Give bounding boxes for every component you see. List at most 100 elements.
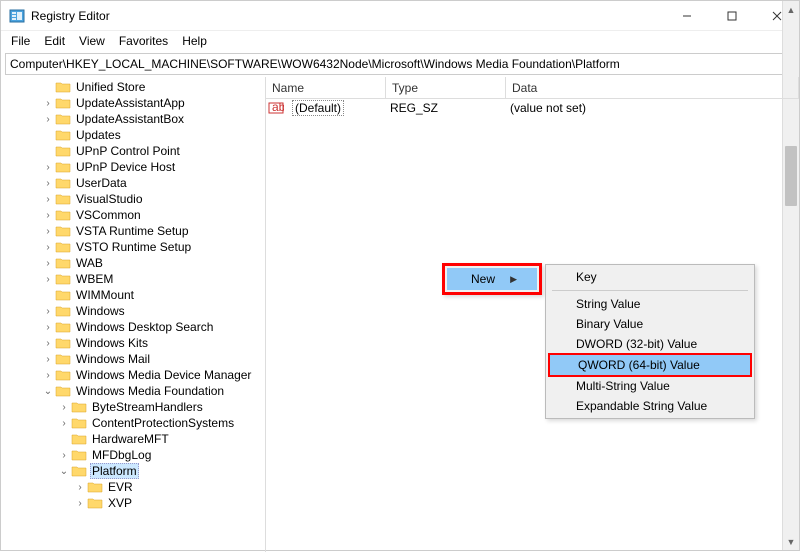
tree-item[interactable]: › UpdateAssistantBox [41,111,265,127]
expander-icon[interactable]: › [73,482,87,493]
minimize-button[interactable] [664,1,709,31]
tree-label: Windows Media Device Manager [74,368,253,382]
menu-item-label: New [471,272,495,286]
submenu-item[interactable]: Multi-String Value [548,376,752,396]
tree-label: EVR [106,480,135,494]
expander-icon[interactable]: › [41,306,55,317]
tree-item[interactable]: Unified Store [41,79,265,95]
tree-label: VSTA Runtime Setup [74,224,191,238]
col-header-name[interactable]: Name [266,77,386,98]
address-text: Computer\HKEY_LOCAL_MACHINE\SOFTWARE\WOW… [10,57,620,71]
tree-label: Windows Mail [74,352,152,366]
tree-item[interactable]: ⌄Platform [57,463,265,479]
expander-icon[interactable]: › [41,98,55,109]
expander-icon[interactable]: ⌄ [57,466,71,477]
tree-item[interactable]: › UPnP Device Host [41,159,265,175]
expander-icon[interactable]: › [73,498,87,509]
tree-item[interactable]: ›MFDbgLog [57,447,265,463]
expander-icon[interactable]: › [41,162,55,173]
expander-icon[interactable]: › [41,242,55,253]
expander-icon[interactable]: › [41,210,55,221]
tree-label: VSCommon [74,208,143,222]
context-menu-new: New ▶ [442,263,542,295]
tree-item[interactable]: HardwareMFT [57,431,265,447]
expander-icon[interactable]: › [41,322,55,333]
menu-favorites[interactable]: Favorites [113,32,174,50]
tree-item[interactable]: › Windows Mail [41,351,265,367]
tree-label: Windows Desktop Search [74,320,215,334]
menu-file[interactable]: File [5,32,36,50]
tree-item[interactable]: WIMMount [41,287,265,303]
tree-label: XVP [106,496,134,510]
tree-item[interactable]: ›ByteStreamHandlers [57,399,265,415]
tree-item[interactable]: › VSTA Runtime Setup [41,223,265,239]
tree-pane[interactable]: Unified Store › UpdateAssistantApp › UpdateA… [1,77,266,552]
expander-icon[interactable]: › [57,402,71,413]
tree-item[interactable]: › UpdateAssistantApp [41,95,265,111]
expander-icon[interactable]: › [41,338,55,349]
value-row[interactable]: ab (Default) REG_SZ (value not set) [266,99,799,117]
tree-item[interactable]: ›Windows [41,303,265,319]
expander-icon[interactable]: › [41,354,55,365]
tree-label: Unified Store [74,80,147,94]
tree-item[interactable]: ›WAB [41,255,265,271]
menu-help[interactable]: Help [176,32,213,50]
tree-label: ContentProtectionSystems [90,416,236,430]
tree-label: Windows Media Foundation [74,384,226,398]
tree-label: WIMMount [74,288,136,302]
tree-label: UPnP Device Host [74,160,177,174]
expander-icon[interactable]: › [41,274,55,285]
menu-item-new[interactable]: New ▶ [447,268,537,290]
menu-view[interactable]: View [73,32,111,50]
tree-item[interactable]: › Windows Media Device Manager [41,367,265,383]
tree-label: VisualStudio [74,192,145,206]
expander-icon[interactable]: › [57,418,71,429]
expander-icon[interactable]: › [41,178,55,189]
tree-item[interactable]: › ContentProtectionSystems [57,415,265,431]
tree-label: HardwareMFT [90,432,171,446]
maximize-button[interactable] [709,1,754,31]
tree-label: VSTO Runtime Setup [74,240,193,254]
expander-icon[interactable]: › [41,258,55,269]
menu-edit[interactable]: Edit [38,32,71,50]
tree-item[interactable]: › VisualStudio [41,191,265,207]
tree-item[interactable]: UPnP Control Point [41,143,265,159]
list-header: Name Type Data [266,77,799,99]
tree-item[interactable]: › Windows Desktop Search [41,319,265,335]
expander-icon[interactable]: › [41,370,55,381]
submenu-item[interactable]: Key [548,267,752,287]
submenu-item[interactable]: QWORD (64-bit) Value [548,353,752,377]
content: Unified Store › UpdateAssistantApp › UpdateA… [1,77,799,552]
expander-icon[interactable]: › [41,226,55,237]
tree-item[interactable]: › VSCommon [41,207,265,223]
address-bar[interactable]: Computer\HKEY_LOCAL_MACHINE\SOFTWARE\WOW… [5,53,795,75]
expander-icon[interactable]: ⌄ [41,386,55,397]
tree-item[interactable]: ⌄ Windows Media Foundation [41,383,265,399]
col-header-type[interactable]: Type [386,77,506,98]
list-pane[interactable]: Name Type Data ab (Default) REG_SZ (valu… [266,77,799,552]
regedit-icon [9,8,25,24]
expander-icon[interactable]: › [41,114,55,125]
tree-label: UpdateAssistantBox [74,112,186,126]
submenu-item[interactable]: Binary Value [548,314,752,334]
expander-icon[interactable]: › [41,194,55,205]
context-submenu-new: Key String ValueBinary ValueDWORD (32-bit… [545,264,755,419]
expander-icon[interactable]: › [57,450,71,461]
submenu-item[interactable]: String Value [548,294,752,314]
svg-text:ab: ab [272,100,284,114]
tree-item[interactable]: › EVR [73,479,265,495]
tree-label: UpdateAssistantApp [74,96,187,110]
tree-item[interactable]: Updates [41,127,265,143]
tree-label: UPnP Control Point [74,144,182,158]
tree-label: Updates [74,128,123,142]
tree-item[interactable]: ›Windows Kits [41,335,265,351]
col-header-data[interactable]: Data [506,77,799,98]
tree-item[interactable]: ›UserData [41,175,265,191]
tree-item[interactable]: › VSTO Runtime Setup [41,239,265,255]
value-name: (Default) [286,101,384,115]
tree-item[interactable]: › XVP [73,495,265,511]
submenu-item[interactable]: DWORD (32-bit) Value [548,334,752,354]
submenu-item[interactable]: Expandable String Value [548,396,752,416]
tree-item[interactable]: ›WBEM [41,271,265,287]
value-type: REG_SZ [384,101,504,115]
